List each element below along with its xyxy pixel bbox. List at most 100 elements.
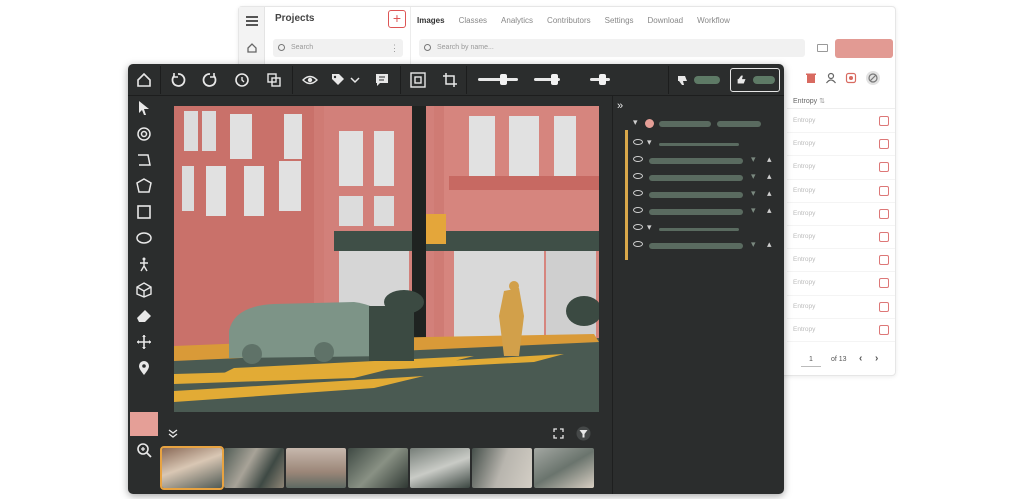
move-icon[interactable] bbox=[136, 334, 152, 350]
assign-user-icon[interactable] bbox=[825, 72, 837, 84]
home-icon[interactable] bbox=[136, 72, 152, 88]
list-item[interactable]: Entropy bbox=[787, 296, 895, 319]
eye-icon[interactable] bbox=[633, 139, 643, 145]
crop-icon[interactable] bbox=[442, 72, 458, 88]
undo-icon[interactable] bbox=[170, 72, 186, 88]
chevron-down-icon[interactable]: ▾ bbox=[647, 137, 652, 148]
list-item[interactable]: Entropy bbox=[787, 133, 895, 157]
zoom-icon[interactable] bbox=[136, 442, 152, 458]
thumbs-up-icon[interactable]: ▴ bbox=[767, 188, 772, 199]
thumbnail[interactable] bbox=[534, 448, 594, 488]
edit-icon[interactable] bbox=[879, 324, 889, 335]
tab-contributors[interactable]: Contributors bbox=[547, 13, 591, 29]
slider-handle[interactable] bbox=[551, 74, 558, 85]
eye-icon[interactable] bbox=[633, 207, 643, 213]
tab-settings[interactable]: Settings bbox=[605, 13, 634, 29]
block-icon[interactable] bbox=[865, 70, 881, 86]
polyline-icon[interactable] bbox=[136, 152, 152, 168]
eye-icon[interactable] bbox=[633, 224, 643, 230]
edit-icon[interactable] bbox=[879, 231, 889, 242]
class-group-header[interactable]: ▾ bbox=[629, 116, 785, 132]
thumbnail[interactable] bbox=[286, 448, 346, 488]
thumbnail[interactable] bbox=[472, 448, 532, 488]
point-marker-icon[interactable] bbox=[136, 360, 152, 376]
thumbnail[interactable] bbox=[160, 446, 224, 490]
contrast-slider[interactable] bbox=[534, 74, 560, 85]
redo-icon[interactable] bbox=[202, 72, 218, 88]
page-number-input[interactable]: 1 bbox=[801, 353, 821, 367]
slider-handle[interactable] bbox=[599, 74, 606, 85]
ellipse-icon[interactable] bbox=[136, 230, 152, 246]
edit-icon[interactable] bbox=[879, 278, 889, 289]
next-page-icon[interactable]: › bbox=[875, 353, 878, 364]
list-item[interactable]: Entropy bbox=[787, 156, 895, 180]
thumbs-up-icon[interactable]: ▴ bbox=[767, 171, 772, 182]
edit-icon[interactable] bbox=[879, 116, 889, 126]
list-item[interactable]: Entropy bbox=[787, 203, 895, 226]
more-icon[interactable]: ⋮ bbox=[390, 39, 399, 57]
edit-icon[interactable] bbox=[879, 301, 889, 312]
approve-button[interactable] bbox=[730, 68, 780, 92]
list-item[interactable]: Entropy bbox=[787, 249, 895, 273]
layer-item[interactable]: ▾ ▴ bbox=[629, 238, 785, 254]
edit-icon[interactable] bbox=[879, 208, 889, 219]
list-item[interactable]: Entropy bbox=[787, 272, 895, 296]
prev-page-icon[interactable]: ‹ bbox=[859, 353, 862, 364]
expand-panel-icon[interactable]: » bbox=[617, 100, 623, 112]
thumbs-down-icon[interactable]: ▾ bbox=[751, 239, 756, 250]
thumbs-down-icon[interactable] bbox=[676, 72, 690, 88]
thumbs-up-icon[interactable]: ▴ bbox=[767, 154, 772, 165]
entropy-column-header[interactable]: Entropy ⇅ bbox=[787, 95, 895, 109]
filter-icon[interactable] bbox=[576, 426, 591, 441]
thumbnail[interactable] bbox=[224, 448, 284, 488]
brightness-slider[interactable] bbox=[478, 74, 518, 85]
layer-item[interactable]: ▾ ▴ bbox=[629, 153, 785, 169]
layer-item[interactable]: ▾ ▴ bbox=[629, 204, 785, 220]
layer-subgroup[interactable]: ▾ bbox=[629, 136, 785, 152]
thumbnail[interactable] bbox=[410, 448, 470, 488]
layer-item[interactable]: ▾ ▴ bbox=[629, 187, 785, 203]
merge-shapes-icon[interactable] bbox=[266, 72, 282, 88]
tab-analytics[interactable]: Analytics bbox=[501, 13, 533, 29]
projects-search-input[interactable]: Search ⋮ bbox=[273, 39, 403, 57]
cuboid-icon[interactable] bbox=[136, 282, 152, 298]
bounding-box-icon[interactable] bbox=[136, 204, 152, 220]
cursor-icon[interactable] bbox=[136, 100, 152, 116]
skeleton-icon[interactable] bbox=[136, 256, 152, 272]
eye-icon[interactable] bbox=[633, 173, 643, 179]
tag-icon[interactable] bbox=[330, 72, 346, 88]
eye-icon[interactable] bbox=[302, 72, 318, 88]
chevron-down-icon[interactable] bbox=[350, 72, 360, 88]
thumbnail[interactable] bbox=[348, 448, 408, 488]
home-icon[interactable] bbox=[246, 41, 258, 53]
layer-subgroup[interactable]: ▾ bbox=[629, 221, 785, 237]
tab-download[interactable]: Download bbox=[648, 13, 684, 29]
magic-point-icon[interactable] bbox=[136, 126, 152, 142]
thumbs-up-icon[interactable]: ▴ bbox=[767, 205, 772, 216]
eye-icon[interactable] bbox=[633, 190, 643, 196]
chevron-down-icon[interactable]: ▾ bbox=[647, 222, 652, 233]
opacity-slider[interactable] bbox=[590, 74, 610, 85]
thumbs-down-icon[interactable]: ▾ bbox=[751, 188, 756, 199]
annotation-canvas[interactable] bbox=[174, 106, 599, 412]
chevron-down-icon[interactable]: ▾ bbox=[633, 117, 638, 128]
edit-icon[interactable] bbox=[879, 162, 889, 173]
thumbs-down-icon[interactable]: ▾ bbox=[751, 171, 756, 182]
fit-screen-icon[interactable] bbox=[410, 72, 426, 88]
tab-workflow[interactable]: Workflow bbox=[697, 13, 730, 29]
thumbs-down-icon[interactable]: ▾ bbox=[751, 205, 756, 216]
class-color-swatch[interactable] bbox=[130, 412, 158, 436]
edit-icon[interactable] bbox=[879, 139, 889, 150]
edit-icon[interactable] bbox=[879, 255, 889, 266]
edit-icon[interactable] bbox=[879, 185, 889, 196]
eye-icon[interactable] bbox=[633, 241, 643, 247]
thumbs-down-icon[interactable]: ▾ bbox=[751, 154, 756, 165]
history-icon[interactable] bbox=[234, 72, 250, 88]
tab-classes[interactable]: Classes bbox=[459, 13, 487, 29]
comment-icon[interactable] bbox=[374, 72, 390, 88]
upload-button[interactable] bbox=[835, 39, 893, 58]
layer-item[interactable]: ▾ ▴ bbox=[629, 170, 785, 186]
slider-handle[interactable] bbox=[500, 74, 507, 85]
eye-icon[interactable] bbox=[633, 156, 643, 162]
tab-images[interactable]: Images bbox=[417, 13, 445, 29]
